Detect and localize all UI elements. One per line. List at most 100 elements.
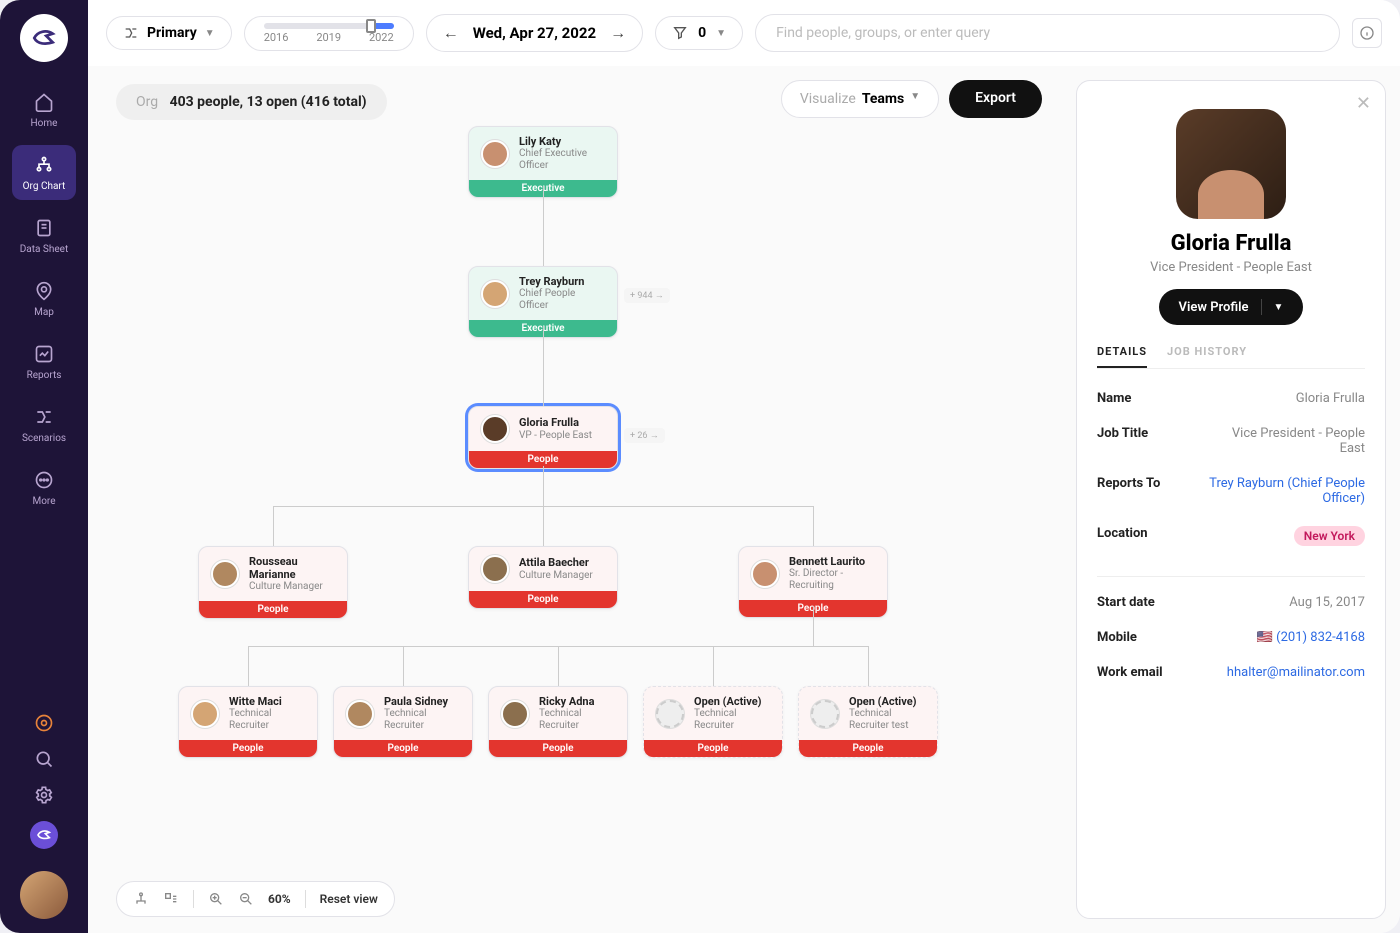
nav-orgchart-label: Org Chart — [23, 181, 66, 192]
detail-startdate: Aug 15, 2017 — [1289, 595, 1365, 610]
person-avatar — [191, 700, 219, 728]
node-name: Open (Active) — [694, 695, 770, 708]
visualize-selector[interactable]: Visualize Teams ▼ — [781, 80, 939, 118]
detail-location[interactable]: New York — [1294, 526, 1365, 546]
more-icon — [32, 468, 56, 492]
search-input[interactable] — [755, 14, 1340, 52]
map-pin-icon — [32, 279, 56, 303]
nav-map[interactable]: Map — [12, 271, 76, 326]
profile-role: Vice President - People East — [1097, 260, 1365, 275]
info-icon — [1359, 25, 1375, 41]
nav-home[interactable]: Home — [12, 82, 76, 137]
node-name: Trey Rayburn — [519, 275, 605, 288]
profile-tabs: DETAILS JOB HISTORY — [1097, 345, 1365, 369]
user-avatar[interactable] — [20, 871, 68, 919]
node-dept: People — [199, 601, 347, 618]
node-title: Culture Manager — [519, 570, 593, 582]
person-avatar — [481, 555, 509, 583]
org-stats: Org 403 people, 13 open (416 total) — [116, 84, 387, 120]
detail-reports-to[interactable]: Trey Rayburn (Chief People Officer) — [1205, 476, 1365, 506]
person-avatar — [481, 140, 509, 168]
node-dept: People — [644, 740, 782, 757]
scenario-icon — [123, 25, 139, 41]
node-name: Attila Baecher — [519, 556, 593, 569]
nav-more[interactable]: More — [12, 460, 76, 515]
detail-email[interactable]: hhalter@mailinator.com — [1227, 665, 1365, 680]
zoom-out-icon[interactable] — [238, 891, 254, 907]
settings-icon[interactable] — [34, 785, 54, 805]
fit-tree-icon[interactable] — [133, 891, 149, 907]
app-logo[interactable] — [20, 14, 68, 62]
person-avatar — [211, 560, 239, 588]
org-node[interactable]: Ricky Adna Technical Recruiter People — [488, 686, 628, 758]
nav-datasheet[interactable]: Data Sheet — [12, 208, 76, 263]
detail-name: Gloria Frulla — [1296, 391, 1365, 406]
person-avatar — [481, 280, 509, 308]
export-button[interactable]: Export — [949, 80, 1042, 118]
profile-panel: ✕ Gloria Frulla Vice President - People … — [1076, 80, 1386, 919]
org-node[interactable]: Witte Maci Technical Recruiter People — [178, 686, 318, 758]
node-title: Technical Recruiter — [384, 708, 460, 732]
timeline-track — [264, 23, 394, 29]
node-title: VP - People East — [519, 430, 592, 442]
view-toolbar: 60% Reset view — [116, 881, 395, 917]
org-node[interactable]: Attila Baecher Culture Manager People — [468, 546, 618, 609]
node-name: Bennett Laurito — [789, 555, 875, 568]
activity-icon[interactable] — [34, 713, 54, 733]
person-avatar — [811, 700, 839, 728]
chevron-down-icon: ▼ — [205, 28, 215, 39]
node-title: Culture Manager — [249, 581, 335, 593]
zoom-in-icon[interactable] — [208, 891, 224, 907]
reset-view-button[interactable]: Reset view — [320, 892, 378, 906]
expand-badge[interactable]: + 26 → — [624, 428, 665, 443]
nav-scenarios[interactable]: Scenarios — [12, 397, 76, 452]
filter-icon — [672, 25, 688, 41]
org-chart-canvas[interactable]: Org 403 people, 13 open (416 total) Visu… — [88, 66, 1062, 933]
org-node[interactable]: Open (Active) Technical Recruiter People — [643, 686, 783, 758]
tab-details[interactable]: DETAILS — [1097, 345, 1147, 368]
node-title: Chief People Officer — [519, 288, 605, 312]
org-node[interactable]: Rousseau Marianne Culture Manager People — [198, 546, 348, 619]
node-name: Paula Sidney — [384, 695, 460, 708]
timeline-thumb[interactable] — [366, 19, 376, 33]
date-selector[interactable]: ← Wed, Apr 27, 2022 → — [426, 14, 643, 52]
node-dept: People — [469, 591, 617, 608]
brand-badge-icon[interactable] — [30, 821, 58, 849]
view-profile-button[interactable]: View Profile ▼ — [1159, 289, 1304, 325]
filter-button[interactable]: 0 ▼ — [655, 16, 743, 50]
chevron-down-icon: ▼ — [910, 91, 920, 107]
node-name: Ricky Adna — [539, 695, 615, 708]
search-icon[interactable] — [34, 749, 54, 769]
node-name: Witte Maci — [229, 695, 305, 708]
node-name: Gloria Frulla — [519, 416, 592, 429]
close-icon[interactable]: ✕ — [1356, 93, 1371, 114]
tab-job-history[interactable]: JOB HISTORY — [1167, 345, 1247, 368]
nav-orgchart[interactable]: Org Chart — [12, 145, 76, 200]
zoom-level: 60% — [268, 892, 291, 906]
node-name: Rousseau Marianne — [249, 555, 335, 581]
org-node[interactable]: Gloria Frulla VP - People East People — [468, 406, 618, 469]
expand-badge[interactable]: + 944 → — [624, 288, 670, 303]
main-area: Primary ▼ 2016 2019 2022 ← Wed, Apr 27, … — [88, 0, 1400, 933]
orgchart-icon — [32, 153, 56, 177]
collapse-icon[interactable] — [163, 891, 179, 907]
node-dept: People — [489, 740, 627, 757]
info-button[interactable] — [1352, 18, 1382, 48]
nav-reports[interactable]: Reports — [12, 334, 76, 389]
node-name: Lily Katy — [519, 135, 605, 148]
timeline-scrubber[interactable]: 2016 2019 2022 — [244, 16, 414, 51]
org-chart: Lily Katy Chief Executive Officer Execut… — [88, 126, 1062, 883]
node-title: Sr. Director - Recruiting — [789, 568, 875, 592]
node-title: Technical Recruiter test — [849, 708, 925, 732]
filter-count: 0 — [698, 25, 706, 41]
chart-icon — [32, 342, 56, 366]
node-dept: People — [179, 740, 317, 757]
chevron-down-icon: ▼ — [1274, 302, 1284, 313]
scenario-selector[interactable]: Primary ▼ — [106, 16, 232, 50]
detail-mobile[interactable]: 🇺🇸 (201) 832-4168 — [1257, 630, 1365, 645]
prev-day-icon[interactable]: ← — [443, 23, 459, 43]
next-day-icon[interactable]: → — [610, 23, 626, 43]
org-node[interactable]: Paula Sidney Technical Recruiter People — [333, 686, 473, 758]
profile-avatar — [1176, 109, 1286, 219]
org-node[interactable]: Open (Active) Technical Recruiter test P… — [798, 686, 938, 758]
